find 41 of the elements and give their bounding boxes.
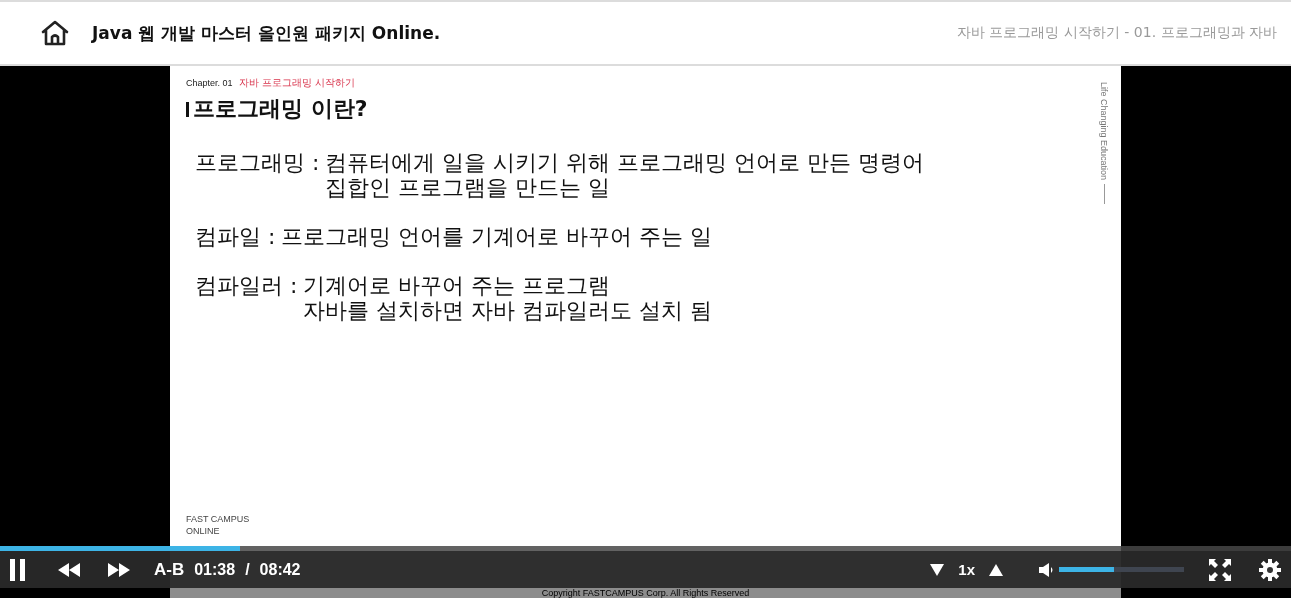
rewind-icon xyxy=(58,562,80,577)
speed-down-button[interactable] xyxy=(930,563,945,576)
down-triangle-icon xyxy=(930,563,945,576)
pause-button[interactable] xyxy=(8,558,28,581)
forward-button[interactable] xyxy=(108,562,130,577)
speed-up-button[interactable] xyxy=(989,563,1003,576)
home-icon[interactable] xyxy=(40,19,70,47)
brand-text: ONLINE xyxy=(186,526,221,536)
brand-text: FAST CAMPUS xyxy=(186,514,250,524)
copyright-text: Copyright FASTCAMPUS Corp. All Rights Reserved xyxy=(541,588,750,598)
definition-text: 프로그래밍 언어를 기계어로 바꾸어 주는 일 xyxy=(281,224,713,249)
definition-term: 프로그래밍 : xyxy=(195,150,320,177)
time-separator: / xyxy=(245,560,250,579)
settings-icon xyxy=(1259,558,1281,581)
definition-text: 기계어로 바꾸어 주는 프로그램 xyxy=(303,273,612,298)
ab-repeat-button[interactable]: A-B xyxy=(154,559,185,580)
duration: 08:42 xyxy=(259,560,301,579)
speaker-icon xyxy=(1039,562,1055,577)
definition-text: 집합인 프로그램을 만드는 일 xyxy=(325,175,612,200)
slide-heading: 프로그래밍 이란? xyxy=(193,95,368,123)
up-triangle-icon xyxy=(989,563,1003,576)
rewind-button[interactable] xyxy=(58,562,80,577)
side-caption: Life Changing Education xyxy=(1099,82,1109,181)
volume-slider[interactable] xyxy=(1059,567,1184,572)
chapter-label: Chapter. 01 xyxy=(186,78,233,88)
definition-term: 컴파일 : xyxy=(195,224,276,249)
pause-icon xyxy=(8,558,28,581)
definition-text: 자바를 설치하면 자바 컴파일러도 설치 됨 xyxy=(303,298,713,323)
fast-forward-icon xyxy=(108,562,130,577)
definition-text: 컴퓨터에게 일을 시키기 위해 프로그래밍 언어로 만든 명령어 xyxy=(325,150,925,175)
fullscreen-icon xyxy=(1209,558,1231,581)
chapter-title: 자바 프로그래밍 시작하기 xyxy=(238,76,355,90)
progress-bar[interactable] xyxy=(0,546,1291,551)
current-time: 01:38 xyxy=(194,560,236,579)
lesson-title: 자바 프로그래밍 시작하기 - 01. 프로그래밍과 자바 xyxy=(956,24,1277,42)
course-title: Java 웹 개발 마스터 올인원 패키지 Online. xyxy=(92,21,441,45)
definition-term: 컴파일러 : xyxy=(195,273,298,300)
settings-button[interactable] xyxy=(1259,558,1281,581)
volume-button[interactable] xyxy=(1039,562,1055,577)
speed-value: 1x xyxy=(958,561,975,578)
fullscreen-button[interactable] xyxy=(1209,558,1231,581)
